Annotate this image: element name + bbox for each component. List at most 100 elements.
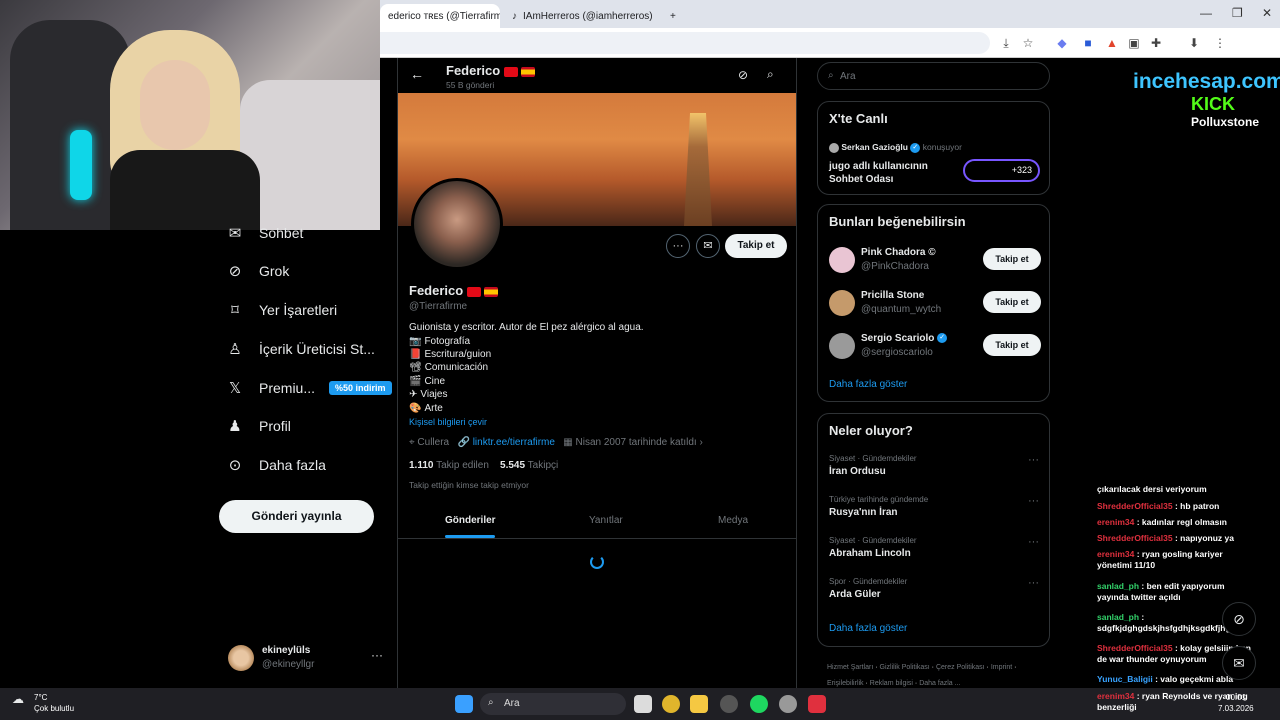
verified-badge-icon: ✓ — [937, 333, 948, 344]
more-options-icon[interactable]: ··· — [1028, 577, 1039, 589]
stream-overlay: incehesap.com KICK Polluxstone — [1133, 70, 1280, 129]
post-button[interactable]: Gönderi yayınla — [219, 500, 374, 533]
website-link[interactable]: linktr.ee/tierrafirme — [473, 437, 555, 448]
app-icon[interactable] — [779, 695, 797, 713]
tab-posts[interactable]: Gönderiler — [445, 515, 496, 526]
extension-icon[interactable]: ▲ — [1104, 35, 1120, 51]
chat-message: sanlad_ph : ben edit yapıyorum yayında t… — [1097, 581, 1225, 602]
taskbar-search[interactable]: ⌕ Ara — [480, 693, 626, 715]
trend-item[interactable]: Siyaset · Gündemdekiler Abraham Lincoln … — [829, 536, 1041, 566]
tab-replies[interactable]: Yanıtlar — [589, 515, 623, 526]
location-icon: ⌖ — [409, 437, 415, 448]
extension-icon[interactable]: ■ — [1080, 35, 1096, 51]
avatar — [829, 333, 855, 359]
avatar — [829, 247, 855, 273]
install-icon[interactable]: ⤓ — [998, 35, 1014, 51]
listener-count[interactable]: +323 — [963, 159, 1040, 182]
premium-discount-badge: %50 indirim — [329, 381, 392, 395]
bio-item: 🎬 Cine — [409, 375, 446, 387]
follow-button[interactable]: Takip et — [983, 248, 1041, 270]
sidebar-item-premium[interactable]: 𝕏 Premiu... %50 indirim — [225, 373, 392, 403]
menu-icon[interactable]: ⋮ — [1212, 35, 1228, 51]
more-options-icon[interactable]: ··· — [371, 648, 383, 662]
footer-link[interactable]: Gizlilik Politikası — [880, 664, 930, 671]
clapper-icon: 🎬 — [409, 375, 422, 387]
more-options-icon[interactable]: ··· — [1028, 454, 1039, 466]
trends-card: Neler oluyor? Siyaset · Gündemdekiler İr… — [817, 413, 1050, 647]
chat-message: ShredderOfficial35 : napıyonuz ya — [1097, 533, 1234, 543]
follow-button[interactable]: Takip et — [983, 334, 1041, 356]
footer-link[interactable]: Çerez Politikası — [936, 664, 985, 671]
show-more-link[interactable]: Daha fazla göster — [829, 623, 907, 634]
extension-icon[interactable]: ◆ — [1054, 35, 1070, 51]
grok-float-icon[interactable]: ⊘ — [1222, 602, 1256, 636]
profile-handle: @Tierrafirme — [409, 301, 468, 312]
browser-tab-active[interactable]: ederico ᴛʀᴇs (@Tierrafirme) ✕ — [380, 4, 500, 28]
trend-item[interactable]: Siyaset · Gündemdekiler İran Ordusu ··· — [829, 454, 1041, 484]
back-arrow-icon[interactable]: ← — [410, 66, 424, 82]
app-icon[interactable] — [808, 695, 826, 713]
maximize-icon[interactable]: ❐ — [1232, 6, 1243, 20]
search-icon[interactable]: ⌕ — [767, 67, 774, 82]
tab-media[interactable]: Medya — [718, 515, 748, 526]
sidebar-item-bookmarks[interactable]: ⌑ Yer İşaretleri — [225, 295, 337, 325]
webcam-feed — [0, 0, 380, 230]
suggestion-item[interactable]: Pink Chadora © @PinkChadora Takip et — [829, 245, 1041, 275]
account-switcher[interactable]: ekineylüls @ekineyllgr ··· — [228, 645, 388, 673]
search-bar[interactable]: ⌕ Ara — [817, 62, 1050, 90]
sidebar-item-more[interactable]: ⊙ Daha fazla — [225, 450, 326, 480]
suggestion-item[interactable]: Pricilla Stone @quantum_wytch Takip et — [829, 288, 1041, 318]
puzzle-icon[interactable]: ✚ — [1148, 35, 1164, 51]
download-icon[interactable]: ⬇ — [1186, 35, 1202, 51]
task-view-icon[interactable] — [634, 695, 652, 713]
suggestion-item[interactable]: Sergio Scariolo ✓ @sergioscariolo Takip … — [829, 331, 1041, 361]
browser-tab[interactable]: ♪ IAmHerreros (@iamherreros) | T ✕ — [504, 4, 654, 28]
more-options-icon[interactable]: ··· — [1028, 536, 1039, 548]
obs-icon[interactable] — [720, 695, 738, 713]
minimize-icon[interactable]: — — [1200, 6, 1212, 20]
follow-button[interactable]: Takip et — [725, 234, 787, 258]
new-tab-button[interactable]: + — [662, 4, 684, 28]
following-link[interactable]: 1.110 Takip edilen — [409, 460, 489, 471]
chevron-right-icon[interactable]: › — [699, 437, 702, 448]
windows-start-icon[interactable] — [455, 695, 473, 713]
trend-item[interactable]: Spor · Gündemdekiler Arda Güler ··· — [829, 577, 1041, 607]
footer-link[interactable]: Imprint — [991, 664, 1012, 671]
profile-avatar[interactable] — [411, 178, 503, 270]
film-icon: 📽 — [409, 362, 422, 374]
account-handle: @ekineyllgr — [262, 659, 315, 670]
sidebar-item-grok[interactable]: ⊘ Grok — [225, 256, 290, 286]
sidebar-item-creator-studio[interactable]: ♙ İçerik Üreticisi St... — [225, 334, 375, 364]
more-options-icon[interactable]: ··· — [666, 234, 690, 258]
translate-bio-link[interactable]: Kişisel bilgileri çevir — [409, 417, 789, 427]
message-icon[interactable]: ✉ — [696, 234, 720, 258]
spotify-icon[interactable] — [750, 695, 768, 713]
bookmark-icon: ⌑ — [231, 302, 239, 319]
file-explorer-icon[interactable] — [690, 695, 708, 713]
footer-link[interactable]: Erişilebilirlik — [827, 680, 864, 687]
profile-meta: ⌖ Cullera 🔗 linktr.ee/tierrafirme ▦ Nisa… — [409, 437, 703, 448]
extension-icon[interactable]: ▣ — [1126, 35, 1142, 51]
footer-link[interactable]: Reklam bilgisi — [870, 680, 913, 687]
sidebar-item-profile[interactable]: ♟ Profil — [225, 411, 291, 441]
url-input[interactable] — [380, 32, 990, 54]
followers-link[interactable]: 5.545 Takipçi — [500, 460, 558, 471]
sidebar-item-label: İçerik Üreticisi St... — [259, 341, 375, 357]
grok-icon[interactable]: ⊘ — [738, 68, 748, 82]
chat-message: erenim34 : ryan gosling kariyer yönetimi… — [1097, 549, 1223, 570]
footer-link[interactable]: Daha fazla ... — [919, 680, 960, 687]
star-icon[interactable]: ☆ — [1020, 35, 1036, 51]
close-window-icon[interactable]: ✕ — [1262, 6, 1272, 20]
search-input[interactable]: Ara — [840, 71, 856, 82]
live-room-title[interactable]: jugo adlı kullanıcının Sohbet Odası — [829, 160, 939, 186]
calendar-icon: ▦ — [563, 437, 573, 448]
more-options-icon[interactable]: ··· — [1028, 495, 1039, 507]
follow-button[interactable]: Takip et — [983, 291, 1041, 313]
chrome-icon[interactable] — [662, 695, 680, 713]
footer-link[interactable]: Hizmet Şartları — [827, 664, 873, 671]
trend-item[interactable]: Türkiye tarihinde gündemde Rusya'nın İra… — [829, 495, 1041, 525]
active-tab-indicator — [445, 535, 495, 538]
message-float-icon[interactable]: ✉ — [1222, 646, 1256, 680]
show-more-link[interactable]: Daha fazla göster — [829, 379, 907, 390]
sidebar-item-chat[interactable]: ✉ Sohbet — [225, 218, 304, 248]
